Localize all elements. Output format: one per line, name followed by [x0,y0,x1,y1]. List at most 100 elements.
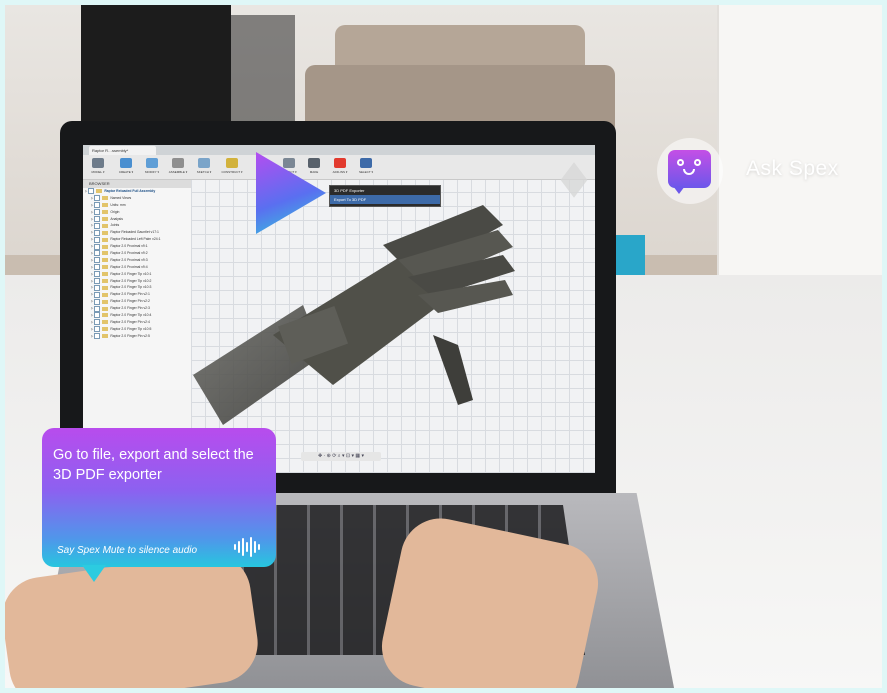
expand-arrow-icon[interactable]: ▷ [91,305,93,312]
prosthetic-hand-model[interactable] [183,185,523,435]
browser-tree-row[interactable]: ▷ Raptor 2.0 Finger Tip v10:4 [83,312,191,319]
browser-tree-row[interactable]: ▷ Raptor Reloaded Full Assembly [83,188,191,195]
visibility-checkbox[interactable] [94,312,101,319]
expand-arrow-icon[interactable]: ▷ [91,319,93,326]
toolbar-model-button[interactable]: MODEL ▾ [87,158,109,178]
visibility-checkbox[interactable] [94,243,101,250]
visibility-checkbox[interactable] [94,236,101,243]
app-titlebar: Raptor R…ssembly* [83,145,595,155]
expand-arrow-icon[interactable]: ▷ [91,209,93,216]
component-icon [102,237,109,242]
browser-tree-label: Raptor 2.0 Proximal v9:2 [110,251,148,256]
visibility-checkbox[interactable] [94,222,101,229]
toolbar-addins-button[interactable]: ADD-INS ▾ [329,158,351,178]
visibility-checkbox[interactable] [94,298,101,305]
toolbar-label: ADD-INS ▾ [332,170,348,174]
robot-smile-icon [683,169,695,175]
browser-tree-row[interactable]: ▷ Joints [83,222,191,229]
expand-arrow-icon[interactable]: ▷ [91,326,93,333]
expand-arrow-icon[interactable]: ▷ [91,312,93,319]
audio-wave-icon[interactable] [234,536,260,558]
visibility-checkbox[interactable] [94,250,101,257]
visibility-checkbox[interactable] [94,202,101,209]
instruction-hint: Say Spex Mute to silence audio [57,545,198,556]
construct-plane-icon [226,158,238,168]
visibility-checkbox[interactable] [94,264,101,271]
browser-tree-row[interactable]: ▷ Raptor 2.0 Proximal v9:1 [83,243,191,250]
toolbar-assemble-button[interactable]: ASSEMBLE ▾ [167,158,189,178]
expand-arrow-icon[interactable]: ▷ [91,264,93,271]
component-icon [102,313,109,318]
browser-tree-row[interactable]: ▷ Raptor 2.0 Finger Pin v2:3 [83,305,191,312]
visibility-checkbox[interactable] [94,195,101,202]
expand-arrow-icon[interactable]: ▷ [91,236,93,243]
expand-arrow-icon[interactable]: ▷ [91,202,93,209]
browser-tree-row[interactable]: ▷ Raptor 2.0 Finger Pin v2:1 [83,291,191,298]
browser-tree-row[interactable]: ▷ Raptor 2.0 Finger Tip v10:3 [83,284,191,291]
browser-tree-row[interactable]: ▷ Raptor 2.0 Finger Tip v10:1 [83,271,191,278]
toolbar-make-button[interactable]: MAKE [303,158,325,178]
document-tab[interactable]: Raptor R…ssembly* [89,146,156,155]
expand-arrow-icon[interactable]: ▷ [91,271,93,278]
expand-arrow-icon[interactable]: ▷ [91,298,93,305]
browser-tree-row[interactable]: ▷ Raptor 2.0 Proximal v9:4 [83,264,191,271]
browser-tree-row[interactable]: ▷ Raptor 2.0 Proximal v9:3 [83,257,191,264]
expand-arrow-icon[interactable]: ▷ [91,195,93,202]
expand-arrow-icon[interactable]: ▷ [91,257,93,264]
browser-tree-label: Raptor 2.0 Finger Tip v10:5 [110,326,152,331]
expand-arrow-icon[interactable]: ▷ [91,278,93,285]
browser-tree-row[interactable]: ▷ Origin [83,209,191,216]
browser-tree-row[interactable]: ▷ Raptor 2.0 Finger Tip v10:2 [83,278,191,285]
visibility-checkbox[interactable] [94,229,101,236]
browser-tree-label: Raptor 2.0 Finger Pin v2:1 [110,292,150,297]
browser-panel: BROWSER ▷ Raptor Reloaded Full Assembly ▷ N… [83,180,191,390]
visibility-checkbox[interactable] [94,209,101,216]
toolbar-construct-button[interactable]: CONSTRUCT ▾ [221,158,243,178]
component-icon [102,285,109,290]
expand-arrow-icon[interactable]: ▷ [91,333,93,340]
menu-item-3d-pdf-exporter[interactable]: 3D PDF Exporter [330,186,440,195]
expand-arrow-icon[interactable]: ▷ [85,188,87,195]
visibility-checkbox[interactable] [94,333,101,340]
visibility-checkbox[interactable] [94,278,101,285]
browser-tree-row[interactable]: ▷ Raptor Reloaded Gauntlet v17:1 [83,229,191,236]
browser-tree-row[interactable]: ▷ Raptor 2.0 Finger Pin v2:4 [83,319,191,326]
expand-arrow-icon[interactable]: ▷ [91,250,93,257]
toolbar-modify-button[interactable]: MODIFY ▾ [141,158,163,178]
addins-dropdown-menu: 3D PDF Exporter Export To 3D PDF [329,185,441,207]
expand-arrow-icon[interactable]: ▷ [91,243,93,250]
visibility-checkbox[interactable] [94,291,101,298]
app-toolbar: MODEL ▾ CREATE ▾ MODIFY ▾ ASSEMBLE ▾ SKE… [83,155,595,180]
browser-tree-label: Raptor 2.0 Proximal v9:1 [110,244,148,249]
visibility-checkbox[interactable] [94,326,101,333]
browser-tree-row[interactable]: ▷ Named Views [83,195,191,202]
browser-tree-row[interactable]: ▷ Analysis [83,216,191,223]
browser-tree-row[interactable]: ▷ Raptor Reloaded Left Palm v24:1 [83,236,191,243]
visibility-checkbox[interactable] [94,284,101,291]
browser-tree-label: Raptor 2.0 Finger Tip v10:2 [110,278,152,283]
visibility-checkbox[interactable] [94,257,101,264]
menu-item-export-to-3d-pdf[interactable]: Export To 3D PDF [330,195,440,204]
expand-arrow-icon[interactable]: ▷ [91,216,93,223]
browser-tree-row[interactable]: ▷ Units: mm [83,202,191,209]
component-icon [102,230,109,235]
navigation-bar[interactable]: ✥ · ⊕ ⟳ ⌕ ▾ ⊡ ▾ ▦ ▾ [301,452,381,461]
toolbar-sketch-button[interactable]: SKETCH ▾ [193,158,215,178]
expand-arrow-icon[interactable]: ▷ [91,291,93,298]
visibility-checkbox[interactable] [94,271,101,278]
browser-tree-row[interactable]: ▷ Raptor 2.0 Finger Pin v2:5 [83,333,191,340]
expand-arrow-icon[interactable]: ▷ [91,284,93,291]
toolbar-create-button[interactable]: CREATE ▾ [115,158,137,178]
component-icon [102,196,109,201]
visibility-checkbox[interactable] [94,216,101,222]
visibility-checkbox[interactable] [88,188,95,195]
browser-tree-row[interactable]: ▷ Raptor 2.0 Proximal v9:2 [83,250,191,257]
expand-arrow-icon[interactable]: ▷ [91,229,93,236]
browser-tree-row[interactable]: ▷ Raptor 2.0 Finger Tip v10:5 [83,326,191,333]
expand-arrow-icon[interactable]: ▷ [91,222,93,229]
browser-tree-label: Joints [110,223,120,228]
browser-tree-row[interactable]: ▷ Raptor 2.0 Finger Pin v2:2 [83,298,191,305]
visibility-checkbox[interactable] [94,305,101,312]
toolbar-select-button[interactable]: SELECT ▾ [355,158,377,178]
visibility-checkbox[interactable] [94,319,101,326]
